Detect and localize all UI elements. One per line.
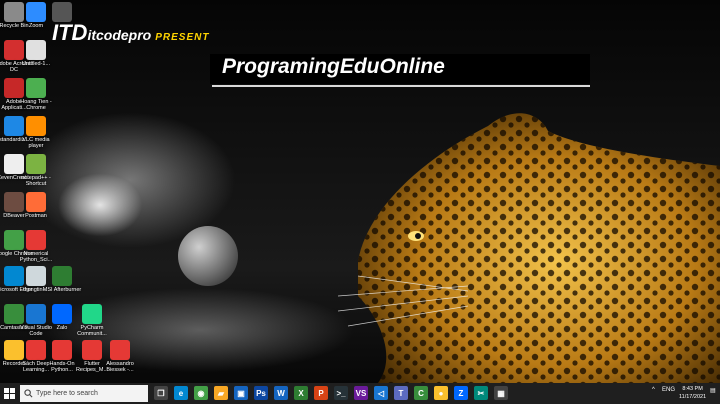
desktop-icon[interactable]: Untitled-1... [16,40,56,67]
search-placeholder: Type here to search [36,390,98,397]
pdf-icon [52,340,72,360]
desktop-icon[interactable]: notepad++ - Shortcut [16,154,56,187]
excel-icon[interactable]: X [294,386,308,400]
desktop-icon-label: Zoom [28,23,44,29]
desktop-icon-label: Postman [25,213,47,219]
powerpoint-icon[interactable]: P [314,386,328,400]
recorder-icon[interactable]: ● [434,386,448,400]
desktop-icon-label: Untitled-1... [21,61,51,67]
notification-icon[interactable]: ▤ [710,387,716,394]
photoshop-icon[interactable]: Ps [254,386,268,400]
desktop-icon[interactable]: PyCharm Communit... [72,304,112,337]
document-icon [26,40,46,60]
msi-icon [52,266,72,286]
pdf-icon [82,340,102,360]
folder-icon [52,2,72,22]
postman-icon [26,192,46,212]
desktop-icon-label: notepad++ - Shortcut [21,175,51,187]
desktop-icon[interactable] [42,2,82,23]
teams-icon[interactable]: T [394,386,408,400]
headline-text: ProgramingEduOnline [222,55,445,78]
clock-time: 8:43 PM [682,386,703,392]
visual-studio-icon[interactable]: VS [354,386,368,400]
edge-icon[interactable]: e [174,386,188,400]
vscode-icon[interactable]: ◁ [374,386,388,400]
desktop-icon[interactable]: VLC media player [16,116,56,149]
app-icon[interactable]: ▦ [494,386,508,400]
planet-graphic [178,226,238,286]
desktop-icon[interactable]: Hoang Tien - Chrome [16,78,56,111]
chrome-icon[interactable]: ◉ [194,386,208,400]
notepad-icon [26,154,46,174]
pycharm-icon [82,304,102,324]
desktop-icon[interactable]: Postman [16,192,56,219]
pdf-icon [110,340,130,360]
leopard-wallpaper [338,113,720,383]
camtasia-icon[interactable]: C [414,386,428,400]
desktop-icon-label: VLC media player [22,137,50,149]
vlc-icon [26,116,46,136]
terminal-icon[interactable]: >_ [334,386,348,400]
zalo-icon[interactable]: Z [454,386,468,400]
desktop-icon[interactable]: MSI Afterburner [42,266,82,293]
desktop-icon-label: PyCharm Communit... [77,325,107,337]
desktop: ITDitcodepro PRESENT ProgramingEduOnline … [0,0,720,383]
file-explorer-icon[interactable]: ▰ [214,386,228,400]
zalo-icon [52,304,72,324]
word-icon[interactable]: W [274,386,288,400]
tray-clock[interactable]: 8:43 PM 11/17/2021 [679,385,706,401]
headline-underline [212,85,590,87]
task-view-icon[interactable]: ❐ [154,386,168,400]
snipping-icon[interactable]: ✂ [474,386,488,400]
chrome-icon [26,78,46,98]
desktop-icon-label: Numerical Python_Sci... [19,251,53,263]
brand-logo: ITDitcodepro PRESENT [52,20,210,45]
desktop-icon[interactable]: Numerical Python_Sci... [16,230,56,263]
store-icon[interactable]: ▣ [234,386,248,400]
search-icon [24,389,33,398]
desktop-icon-label: Hoang Tien - Chrome [20,99,52,111]
clock-date: 11/17/2021 [679,394,707,400]
tray-chevron-icon[interactable]: ^ [652,387,655,393]
desktop-icon-label: MSI Afterburner [42,287,82,293]
taskbar-search[interactable]: Type here to search [20,385,148,402]
desktop-icon-label: Alessandro Biessek -... [106,361,134,373]
pdf-icon [26,230,46,250]
windows-start-icon[interactable] [2,386,18,401]
tray-language[interactable]: ENG [662,387,675,393]
taskbar: Type here to search ❐ e ◉ ▰ ▣ Ps W X P >_ VS ◁ T C ● Z ✂… [0,383,720,404]
desktop-icon[interactable]: Alessandro Biessek -... [100,340,140,373]
